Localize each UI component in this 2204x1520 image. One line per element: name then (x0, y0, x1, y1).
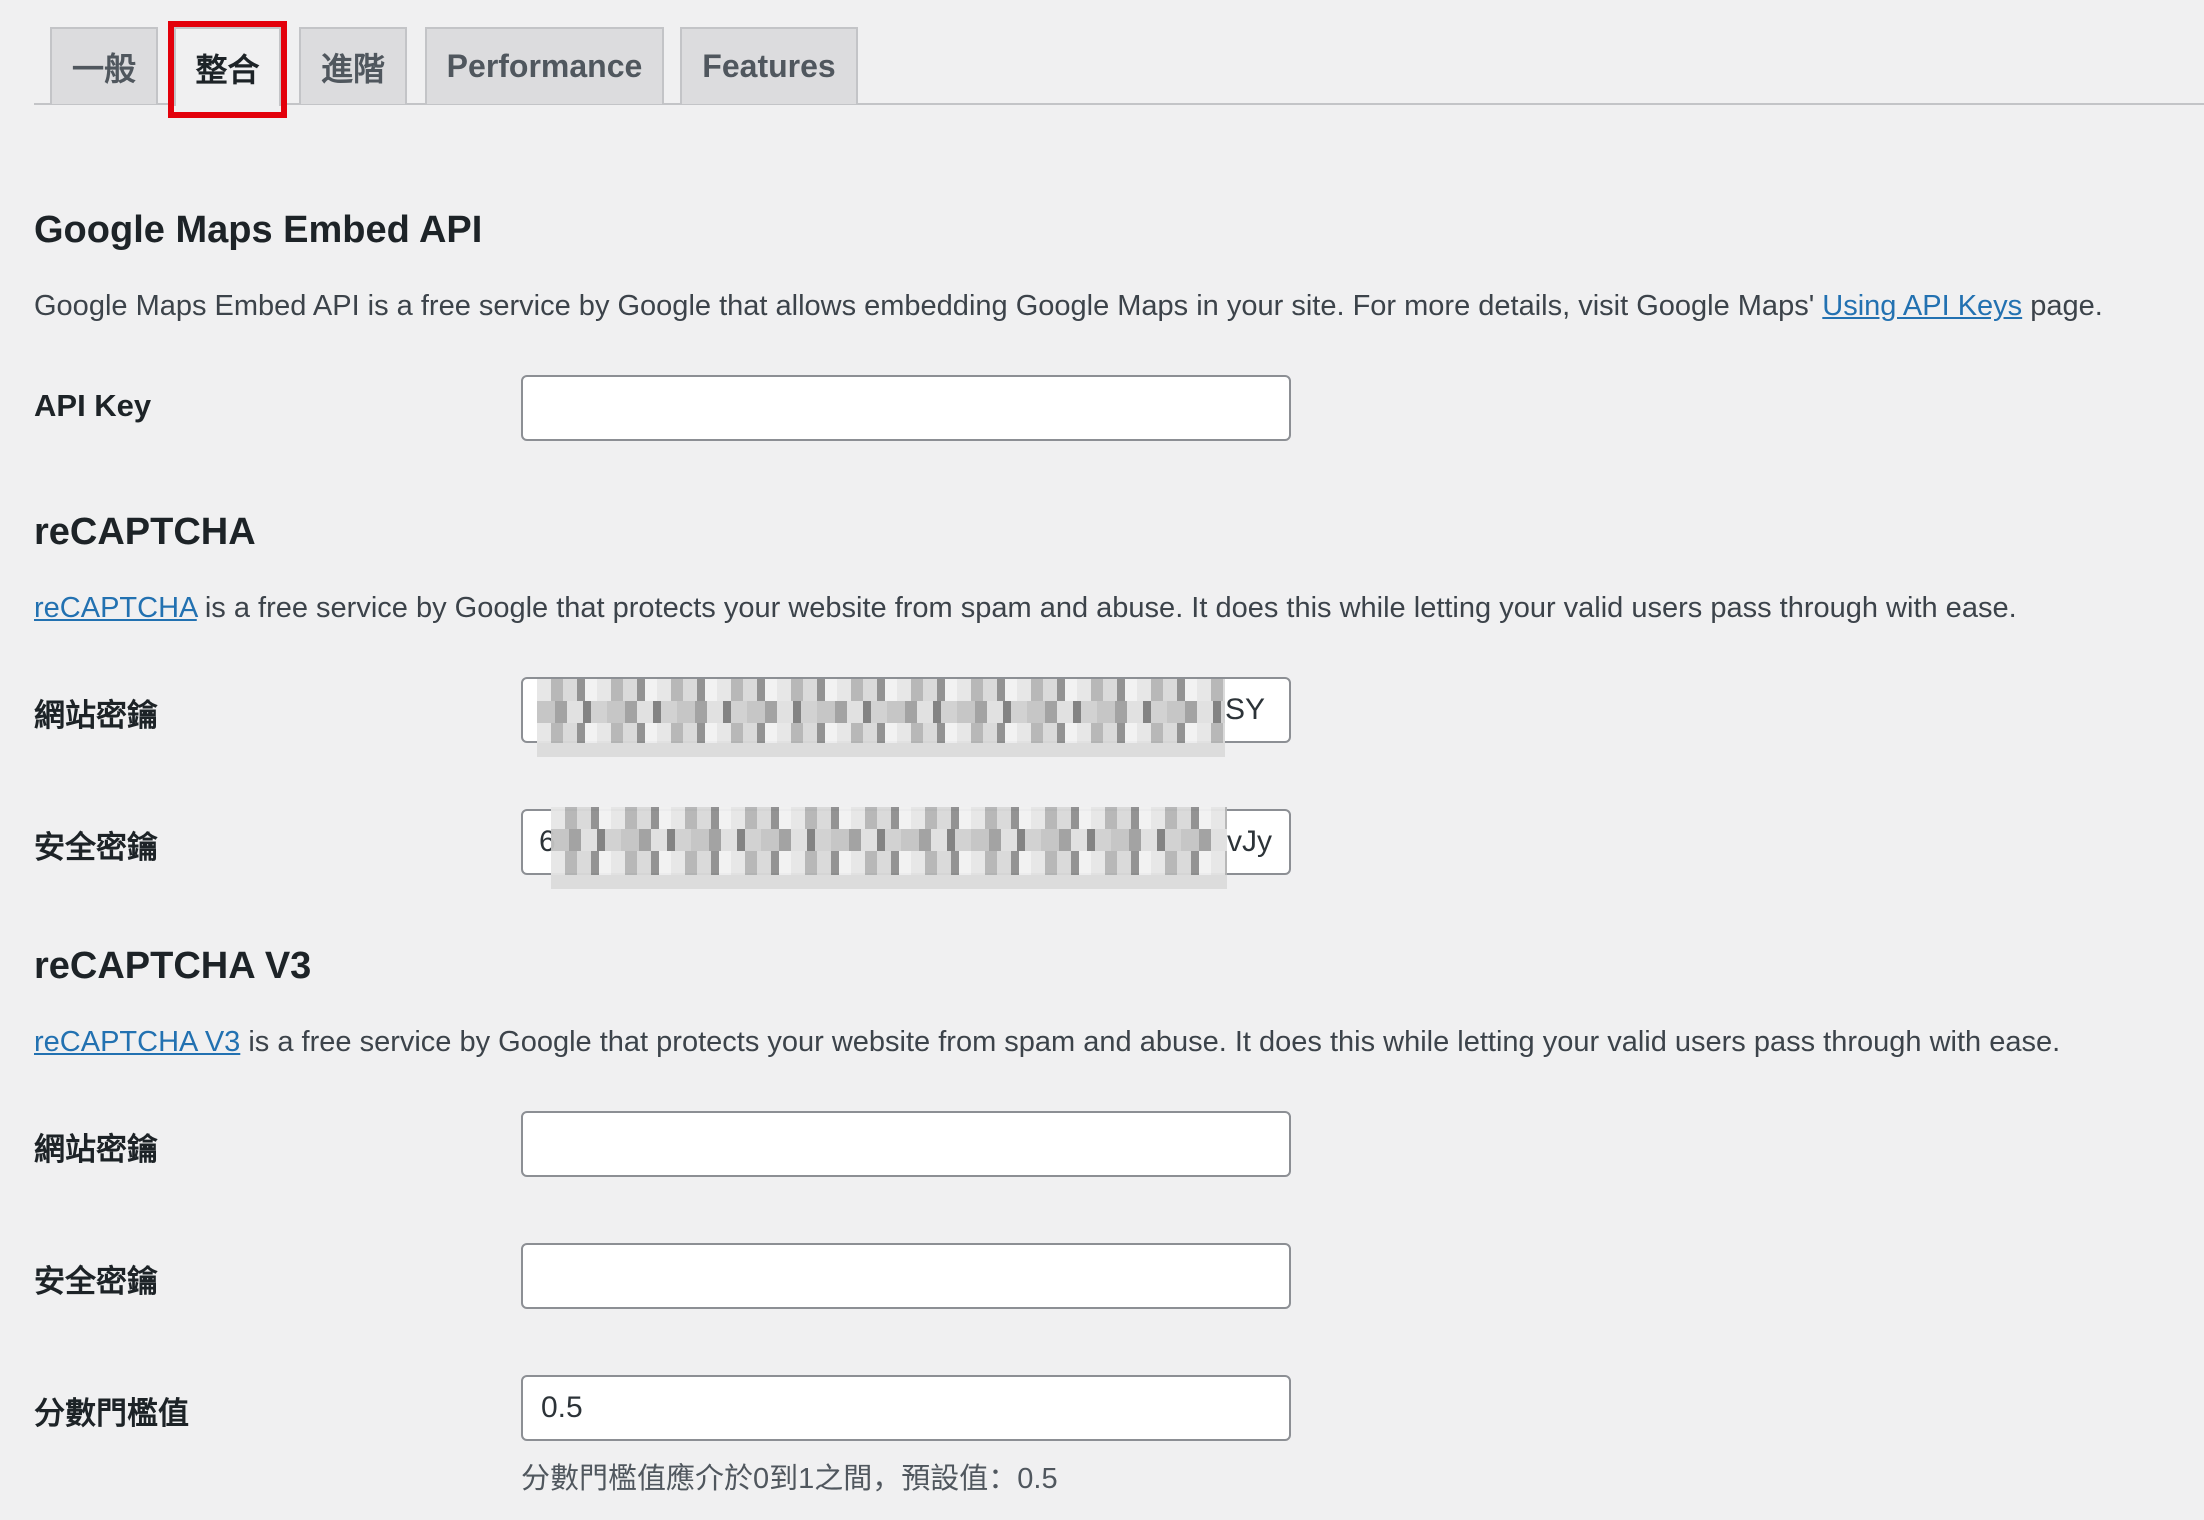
recaptcha-v3-secret-key-input[interactable] (521, 1243, 1291, 1309)
tab-integrations[interactable]: 整合 (174, 27, 281, 106)
google-maps-desc-suffix: page. (2022, 290, 2103, 322)
settings-tabs: 一般 整合 進階 Performance Features (34, 0, 2204, 106)
tab-performance[interactable]: Performance (425, 27, 664, 104)
recaptcha-v3-site-key-label: 網站密鑰 (34, 1132, 158, 1167)
tab-general[interactable]: 一般 (50, 27, 158, 104)
redacted-secret-key (551, 807, 1227, 875)
recaptcha-desc-text: is a free service by Google that protect… (196, 592, 2017, 624)
google-maps-description: Google Maps Embed API is a free service … (34, 290, 2103, 323)
google-maps-heading: Google Maps Embed API (34, 209, 483, 251)
redacted-secret-key-tail (551, 875, 1227, 889)
recaptcha-description: reCAPTCHA is a free service by Google th… (34, 592, 2017, 625)
settings-page: 一般 整合 進階 Performance Features Google Map… (0, 0, 2204, 1520)
api-key-label: API Key (34, 388, 152, 423)
score-threshold-input[interactable] (521, 1375, 1291, 1441)
redacted-site-key (537, 679, 1225, 743)
secret-key-visible-suffix: vJy (1227, 825, 1272, 858)
recaptcha-site-key-label: 網站密鑰 (34, 698, 158, 733)
recaptcha-v3-heading: reCAPTCHA V3 (34, 945, 312, 987)
recaptcha-v3-description: reCAPTCHA V3 is a free service by Google… (34, 1026, 2060, 1059)
site-key-visible-suffix: SY (1225, 693, 1266, 726)
recaptcha-secret-key-input[interactable]: 6 vJy (521, 807, 1291, 889)
score-threshold-hint: 分數門檻值應介於0到1之間，預設值：0.5 (521, 1463, 1058, 1495)
google-maps-desc-text: Google Maps Embed API is a free service … (34, 290, 1823, 322)
recaptcha-link[interactable]: reCAPTCHA (34, 592, 197, 624)
api-key-input[interactable] (521, 375, 1291, 441)
tab-advanced[interactable]: 進階 (299, 27, 407, 104)
recaptcha-site-key-input[interactable]: SY (521, 677, 1291, 757)
recaptcha-v3-desc-text: is a free service by Google that protect… (240, 1026, 2061, 1058)
recaptcha-secret-key-label: 安全密鑰 (34, 830, 158, 865)
recaptcha-v3-site-key-input[interactable] (521, 1111, 1291, 1177)
recaptcha-v3-link[interactable]: reCAPTCHA V3 (34, 1026, 240, 1058)
tab-features[interactable]: Features (680, 27, 858, 104)
score-threshold-label: 分數門檻值 (34, 1396, 189, 1431)
recaptcha-heading: reCAPTCHA (34, 511, 256, 553)
recaptcha-v3-secret-key-label: 安全密鑰 (34, 1264, 158, 1299)
redacted-site-key-tail (537, 743, 1225, 757)
using-api-keys-link[interactable]: Using API Keys (1822, 290, 2022, 322)
